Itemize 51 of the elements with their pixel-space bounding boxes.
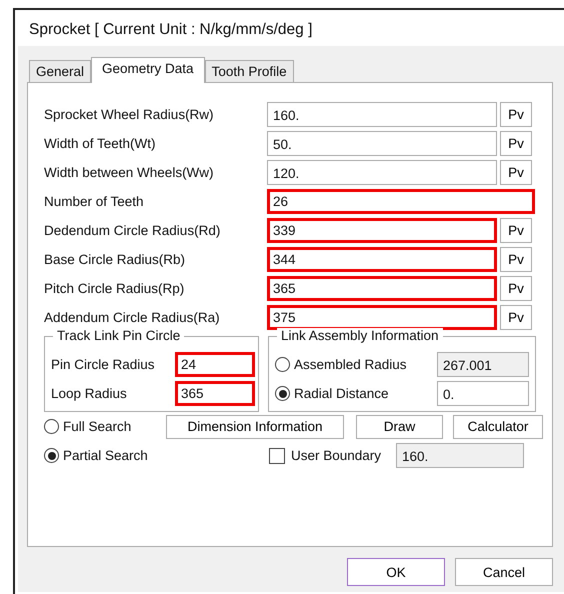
input-field[interactable]: 24: [175, 352, 255, 377]
field-label: Sprocket Wheel Radius(Rw): [44, 107, 215, 122]
input-field[interactable]: 160.: [267, 102, 497, 127]
pv-button[interactable]: Pv: [500, 131, 532, 156]
radio-label[interactable]: Partial Search: [63, 448, 166, 463]
tab[interactable]: Tooth Profile: [204, 60, 294, 82]
action-button[interactable]: Dimension Information: [166, 414, 344, 438]
dialog-button[interactable]: OK: [347, 558, 445, 586]
group-title: Track Link Pin Circle: [53, 328, 184, 343]
field-label: Pitch Circle Radius(Rp): [44, 281, 186, 296]
radio-label[interactable]: Assembled Radius: [294, 357, 407, 372]
radio-button[interactable]: [44, 448, 59, 463]
action-button[interactable]: Draw: [356, 414, 443, 438]
input-field[interactable]: 339: [267, 218, 497, 243]
input-field[interactable]: 375: [267, 305, 497, 330]
input-field[interactable]: 0.: [437, 381, 529, 406]
tab[interactable]: Geometry Data: [91, 57, 205, 83]
field-label: Dedendum Circle Radius(Rd): [44, 223, 222, 238]
pv-button[interactable]: Pv: [500, 102, 532, 127]
radio-label[interactable]: Full Search: [63, 419, 166, 434]
radio-label[interactable]: Radial Distance: [294, 386, 389, 401]
radio-button[interactable]: [275, 357, 290, 372]
pv-button[interactable]: Pv: [500, 218, 532, 243]
window-title: Sprocket [ Current Unit : N/kg/mm/s/deg ]: [28, 20, 314, 40]
input-field[interactable]: 50.: [267, 131, 497, 156]
group-title: Link Assembly Information: [277, 328, 443, 343]
input-field[interactable]: 365: [175, 381, 255, 406]
radio-button[interactable]: [44, 419, 59, 434]
pv-button[interactable]: Pv: [500, 305, 532, 330]
field-label: Base Circle Radius(Rb): [44, 252, 186, 267]
action-button[interactable]: Calculator: [453, 414, 543, 438]
input-field[interactable]: 160.: [396, 443, 524, 468]
dialog-button[interactable]: Cancel: [455, 558, 553, 586]
input-field[interactable]: 344: [267, 247, 497, 272]
input-field[interactable]: 26: [267, 189, 535, 214]
input-field[interactable]: 120.: [267, 160, 497, 185]
checkbox[interactable]: [269, 448, 285, 464]
field-label: Loop Radius: [51, 386, 128, 401]
field-label: Number of Teeth: [44, 194, 145, 209]
field-label: Width of Teeth(Wt): [44, 136, 157, 151]
radio-button[interactable]: [275, 386, 290, 401]
field-label: Addendum Circle Radius(Ra): [44, 310, 221, 325]
field-label: Pin Circle Radius: [51, 357, 156, 372]
input-field[interactable]: 267.001: [437, 352, 529, 377]
tab[interactable]: General: [29, 60, 92, 82]
pv-button[interactable]: Pv: [500, 160, 532, 185]
pv-button[interactable]: Pv: [500, 247, 532, 272]
input-field[interactable]: 365: [267, 276, 497, 301]
checkbox-label[interactable]: User Boundary: [291, 448, 396, 463]
field-label: Width between Wheels(Ww): [44, 165, 215, 180]
pv-button[interactable]: Pv: [500, 276, 532, 301]
